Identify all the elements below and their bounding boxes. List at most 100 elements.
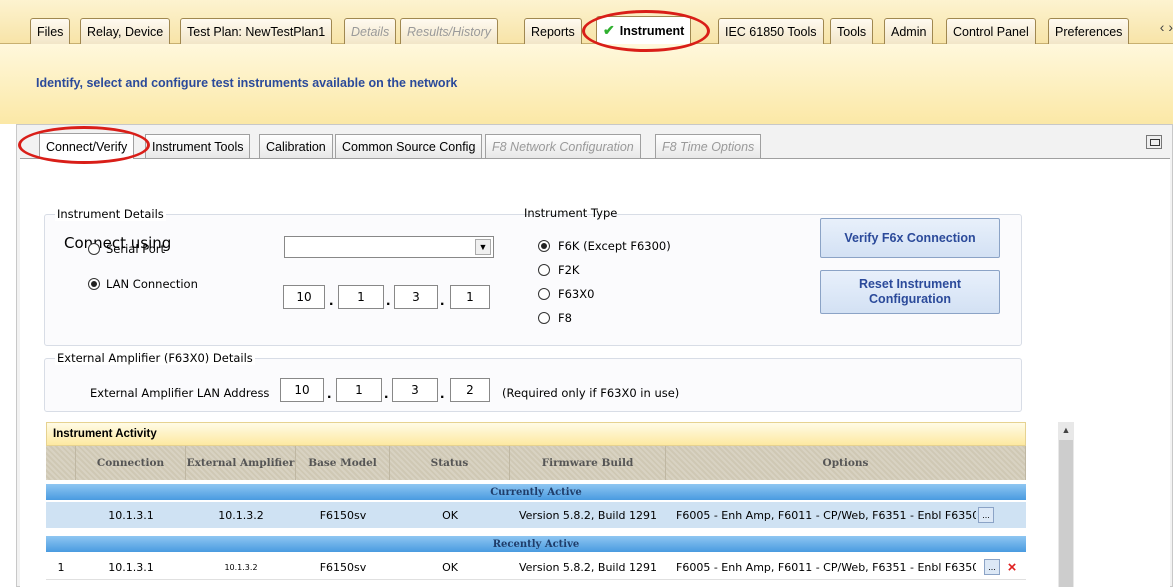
lan-ip-octet-2[interactable]: 1	[338, 285, 384, 309]
tab-admin-label: Admin	[891, 24, 927, 39]
reset-button-line2: Configuration	[869, 292, 951, 306]
cell-options: F6005 - Enh Amp, F6011 - CP/Web, F6351 -…	[676, 508, 976, 522]
cell-options: F6005 - Enh Amp, F6011 - CP/Web, F6351 -…	[676, 560, 976, 574]
type-f6k-radio[interactable]	[538, 240, 550, 252]
type-f8-radio[interactable]	[538, 312, 550, 324]
tab-instrument-tools[interactable]: Instrument Tools	[145, 134, 251, 158]
verify-connection-button[interactable]: Verify F6x Connection	[820, 218, 1000, 258]
tab-calibration[interactable]: Calibration	[259, 134, 333, 158]
amp-ip-octet-2[interactable]: 1	[336, 378, 382, 402]
serial-port-radio[interactable]	[88, 243, 100, 255]
type-f6k-label: F6K (Except F6300)	[558, 239, 671, 253]
column-external-amplifier[interactable]: External Amplifier	[186, 446, 296, 480]
instrument-activity-header: Instrument Activity	[46, 422, 1026, 446]
tab-instrument-label: Instrument	[619, 23, 685, 38]
restore-window-icon[interactable]	[1146, 135, 1162, 149]
tab-connect-verify[interactable]: Connect/Verify	[39, 133, 135, 159]
tab-iec-61850-tools-label: IEC 61850 Tools	[725, 24, 817, 39]
tab-results-history-label: Results/History	[407, 24, 492, 39]
table-row[interactable]: 10.1.3.1 10.1.3.2 F6150sv OK Version 5.8…	[46, 502, 1026, 528]
cell-firmware-build: Version 5.8.2, Build 1291	[518, 560, 658, 574]
grid-header-row: Connection External Amplifier Base Model…	[46, 446, 1026, 480]
dropdown-arrow-icon[interactable]: ▼	[475, 239, 491, 255]
serial-port-select[interactable]: ▼	[284, 236, 494, 258]
tab-reports[interactable]: Reports	[524, 18, 582, 44]
tab-control-panel-label: Control Panel	[953, 24, 1029, 39]
tab-tools[interactable]: Tools	[830, 18, 874, 44]
main-tab-bar: Files Relay, Device Test Plan: NewTestPl…	[0, 0, 1173, 44]
lan-ip-octet-1[interactable]: 10	[283, 285, 325, 309]
cell-connection: 10.1.3.1	[108, 560, 154, 574]
amp-ip-octet-1[interactable]: 10	[280, 378, 324, 402]
tab-f8-network-configuration: F8 Network Configuration	[485, 134, 641, 158]
tab-common-source-config[interactable]: Common Source Config	[335, 134, 483, 158]
ip-separator: .	[440, 292, 445, 309]
tab-common-source-config-label: Common Source Config	[342, 139, 476, 154]
tab-f8-time-options-label: F8 Time Options	[662, 139, 755, 154]
cell-status: OK	[442, 560, 458, 574]
cell-external-amplifier: 10.1.3.2	[224, 562, 258, 572]
tab-instrument-tools-label: Instrument Tools	[152, 139, 244, 154]
column-index	[46, 446, 76, 480]
reset-configuration-button[interactable]: Reset Instrument Configuration	[820, 270, 1000, 314]
options-more-button[interactable]: ...	[978, 507, 994, 523]
checkmark-icon: ✔	[603, 22, 615, 38]
tab-files[interactable]: Files	[30, 18, 71, 44]
recently-active-group-row: Recently Active	[46, 536, 1026, 552]
type-f2k-radio[interactable]	[538, 264, 550, 276]
tab-control-panel[interactable]: Control Panel	[946, 18, 1036, 44]
reset-button-line1: Reset Instrument	[858, 277, 962, 291]
column-connection[interactable]: Connection	[76, 446, 186, 480]
tab-admin[interactable]: Admin	[884, 18, 934, 44]
tab-f8-network-configuration-label: F8 Network Configuration	[492, 139, 634, 154]
column-base-model[interactable]: Base Model	[296, 446, 390, 480]
tab-instrument[interactable]: ✔ Instrument	[596, 16, 692, 44]
currently-active-group-row: Currently Active	[46, 484, 1026, 500]
instrument-type-title: Instrument Type	[524, 206, 618, 220]
lan-ip-octet-3[interactable]: 3	[394, 285, 438, 309]
external-amp-group: External Amplifier (F63X0) Details	[44, 351, 1022, 412]
lan-connection-radio[interactable]	[88, 278, 100, 290]
column-status[interactable]: Status	[390, 446, 510, 480]
table-row[interactable]: 1 10.1.3.1 10.1.3.2 F6150sv OK Version 5…	[46, 554, 1026, 580]
tab-tools-label: Tools	[837, 24, 867, 39]
type-f63x0-label: F63X0	[558, 287, 595, 301]
tab-preferences[interactable]: Preferences	[1048, 18, 1130, 44]
column-firmware-build[interactable]: Firmware Build	[510, 446, 666, 480]
tab-f8-time-options: F8 Time Options	[655, 134, 762, 158]
banner-text: Identify, select and configure test inst…	[36, 76, 458, 90]
tab-relay-device-label: Relay, Device	[87, 24, 164, 39]
amp-ip-octet-3[interactable]: 3	[392, 378, 438, 402]
tab-test-plan[interactable]: Test Plan: NewTestPlan1	[180, 18, 333, 44]
instrument-activity-title: Instrument Activity	[53, 428, 157, 440]
tab-relay-device[interactable]: Relay, Device	[80, 18, 171, 44]
ip-separator: .	[327, 385, 332, 402]
serial-port-label: Serial Port	[106, 242, 165, 256]
external-amp-lan-label: External Amplifier LAN Address	[90, 386, 270, 400]
tab-calibration-label: Calibration	[266, 139, 326, 154]
column-options[interactable]: Options	[666, 446, 1026, 480]
delete-icon[interactable]: ×	[1004, 559, 1020, 576]
cell-external-amplifier: 10.1.3.2	[218, 508, 264, 522]
tab-test-plan-label: Test Plan: NewTestPlan1	[187, 24, 326, 39]
options-more-button[interactable]: ...	[984, 559, 1000, 575]
amp-ip-octet-4[interactable]: 2	[450, 378, 490, 402]
lan-ip-octet-4[interactable]: 1	[450, 285, 490, 309]
scroll-up-icon[interactable]: ▲	[1058, 422, 1074, 438]
type-f63x0-radio[interactable]	[538, 288, 550, 300]
ip-separator: .	[384, 385, 389, 402]
cell-base-model: F6150sv	[319, 560, 367, 574]
tab-details: Details	[344, 18, 397, 44]
ip-separator: .	[386, 292, 391, 309]
cell-connection: 10.1.3.1	[108, 508, 154, 522]
tab-reports-label: Reports	[531, 24, 575, 39]
cell-firmware-build: Version 5.8.2, Build 1291	[518, 508, 658, 522]
tab-connect-verify-label: Connect/Verify	[46, 139, 128, 154]
tab-iec-61850-tools[interactable]: IEC 61850 Tools	[718, 18, 824, 44]
tab-files-label: Files	[37, 24, 64, 39]
type-f8-label: F8	[558, 311, 572, 325]
instrument-banner: Identify, select and configure test inst…	[0, 44, 1173, 124]
cell-status: OK	[442, 508, 458, 522]
scrollbar-thumb[interactable]	[1059, 440, 1073, 587]
tab-scroll-arrows[interactable]: ‹ ›	[1160, 19, 1173, 35]
